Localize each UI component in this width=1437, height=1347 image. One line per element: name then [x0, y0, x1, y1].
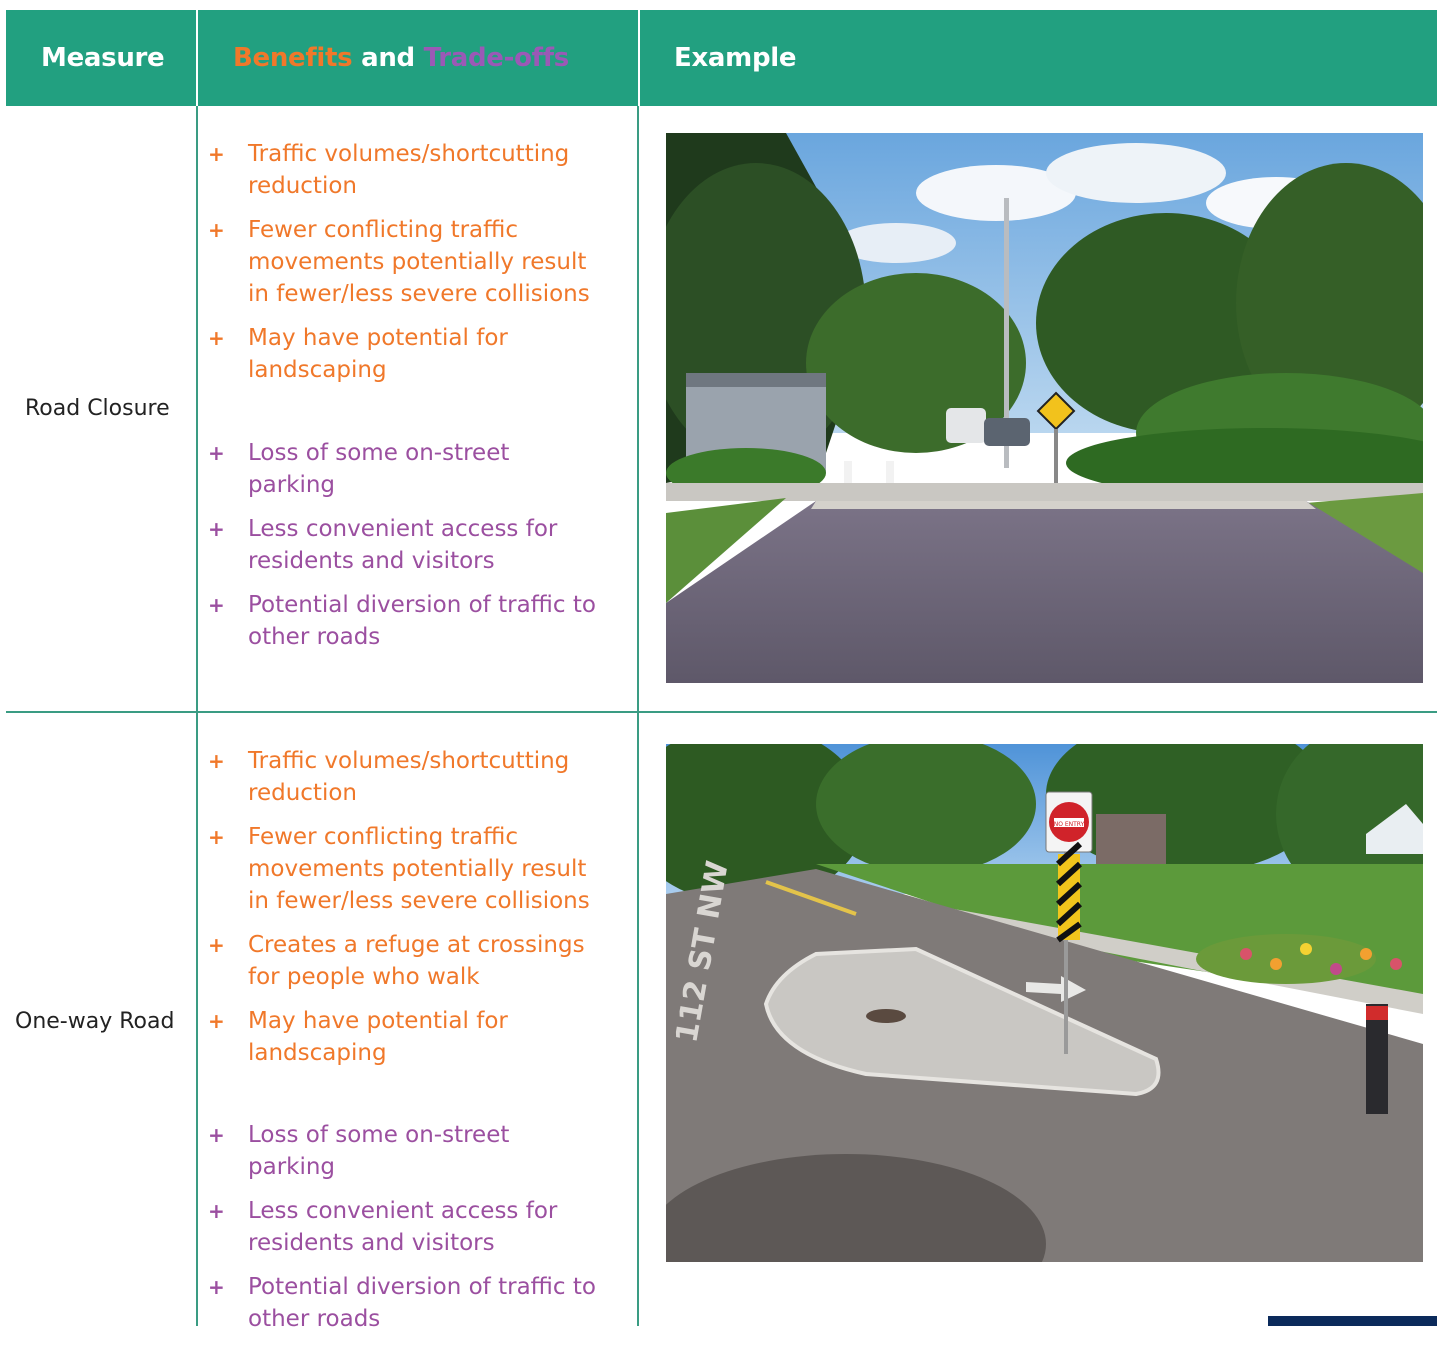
- header-benefits-word: Benefits: [233, 43, 353, 73]
- tradeoff-item: + Loss of some on-street parking: [208, 1119, 598, 1183]
- tradeoffs-list: + Loss of some on-street parking + Less co…: [208, 1119, 598, 1347]
- benefit-item: + May have potential for landscaping: [208, 1005, 598, 1069]
- benefits-list: + Traffic volumes/shortcutting reduction …: [208, 745, 598, 1081]
- tradeoff-item: + Less convenient access for residents an…: [208, 1195, 598, 1259]
- plus-icon: +: [208, 326, 225, 350]
- header-and-word: and: [361, 43, 415, 73]
- plus-icon: +: [208, 1009, 225, 1033]
- benefit-item: + Traffic volumes/shortcutting reduction: [208, 745, 598, 809]
- plus-icon: +: [208, 749, 225, 773]
- no-entry-sign-text: NO ENTRY: [1054, 821, 1085, 828]
- header-divider: [638, 10, 640, 106]
- plus-icon: +: [208, 142, 225, 166]
- benefit-item: + Traffic volumes/shortcutting reduction: [208, 138, 598, 202]
- column-divider: [196, 106, 198, 1326]
- header-benefits-tradeoffs: Benefits and Trade-offs: [233, 10, 569, 106]
- plus-icon: +: [208, 441, 225, 465]
- benefit-item: + May have potential for landscaping: [208, 322, 598, 386]
- tradeoff-item: + Potential diversion of traffic to other…: [208, 1271, 598, 1335]
- measure-one-way-road: One-way Road: [15, 1009, 175, 1034]
- column-divider: [637, 106, 639, 1326]
- header-tradeoffs-word: Trade-offs: [423, 43, 570, 73]
- benefits-list: + Traffic volumes/shortcutting reduction …: [208, 138, 598, 398]
- road-closure-photo: [666, 133, 1423, 683]
- plus-icon: +: [208, 1199, 225, 1223]
- plus-icon: +: [208, 825, 225, 849]
- tradeoffs-list: + Loss of some on-street parking + Less co…: [208, 437, 598, 665]
- plus-icon: +: [208, 1275, 225, 1299]
- one-way-road-photo: NO ENTRY 112 ST NW: [666, 744, 1423, 1262]
- measure-road-closure: Road Closure: [25, 396, 170, 421]
- benefit-item: + Creates a refuge at crossings for peopl…: [208, 929, 598, 993]
- tradeoff-item: + Potential diversion of traffic to other…: [208, 589, 598, 653]
- corner-badge: [1268, 1316, 1437, 1326]
- row-divider: [6, 711, 1437, 713]
- tradeoff-item: + Loss of some on-street parking: [208, 437, 598, 501]
- plus-icon: +: [208, 1123, 225, 1147]
- plus-icon: +: [208, 593, 225, 617]
- header-measure: Measure: [41, 43, 165, 73]
- header-example: Example: [674, 43, 797, 73]
- table-header: Measure Benefits and Trade-offs Example: [6, 10, 1437, 106]
- plus-icon: +: [208, 218, 225, 242]
- tradeoff-item: + Less convenient access for residents an…: [208, 513, 598, 577]
- benefit-item: + Fewer conflicting traffic movements pot…: [208, 821, 598, 917]
- header-divider: [196, 10, 198, 106]
- benefit-item: + Fewer conflicting traffic movements pot…: [208, 214, 598, 310]
- plus-icon: +: [208, 933, 225, 957]
- plus-icon: +: [208, 517, 225, 541]
